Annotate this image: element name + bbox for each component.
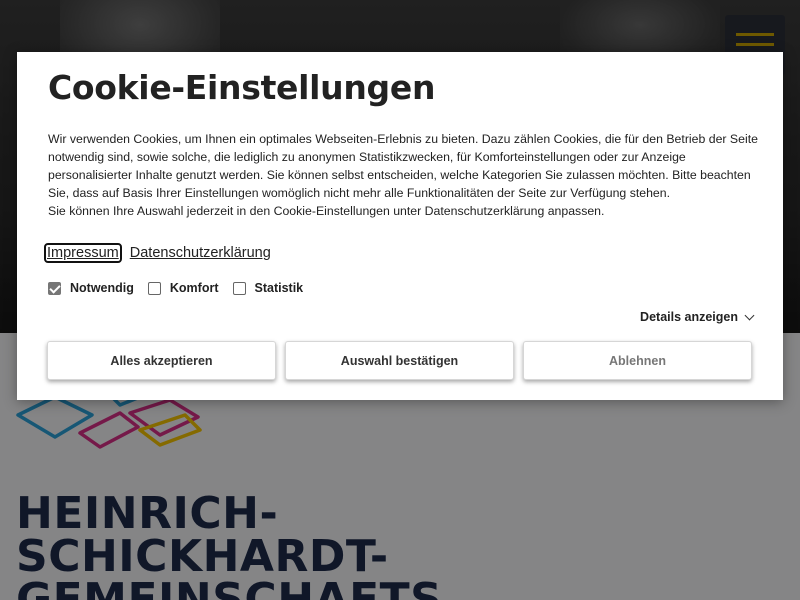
category-komfort[interactable]: Komfort (147, 281, 219, 295)
dialog-title: Cookie-Einstellungen (48, 68, 436, 107)
accept-all-button[interactable]: Alles akzeptieren (47, 341, 276, 380)
legal-links: Impressum Datenschutzerklärung (44, 243, 277, 263)
impressum-link[interactable]: Impressum (44, 243, 122, 263)
category-notwendig[interactable]: Notwendig (48, 281, 134, 295)
details-toggle[interactable]: Details anzeigen (640, 310, 755, 324)
datenschutz-link[interactable]: Datenschutzerklärung (130, 245, 271, 261)
checkbox-label: Statistik (254, 281, 304, 295)
checkbox-label: Notwendig (70, 281, 134, 295)
dialog-description: Wir verwenden Cookies, um Ihnen ein opti… (48, 130, 760, 220)
notwendig-checkbox[interactable] (48, 281, 61, 295)
confirm-selection-button[interactable]: Auswahl bestätigen (285, 341, 514, 380)
cookie-categories: Notwendig Komfort Statistik (48, 281, 317, 295)
cookie-dialog: Cookie-Einstellungen Wir verwenden Cooki… (17, 52, 783, 400)
details-label: Details anzeigen (640, 310, 738, 324)
chevron-down-icon (744, 310, 755, 320)
checkbox-label: Komfort (169, 281, 219, 295)
komfort-checkbox[interactable] (147, 281, 161, 295)
category-statistik[interactable]: Statistik (232, 281, 304, 295)
statistik-checkbox[interactable] (232, 281, 246, 295)
description-paragraph: Wir verwenden Cookies, um Ihnen ein opti… (48, 132, 758, 200)
description-paragraph: Sie können Ihre Auswahl jederzeit in den… (48, 204, 605, 218)
reject-button[interactable]: Ablehnen (523, 341, 752, 380)
